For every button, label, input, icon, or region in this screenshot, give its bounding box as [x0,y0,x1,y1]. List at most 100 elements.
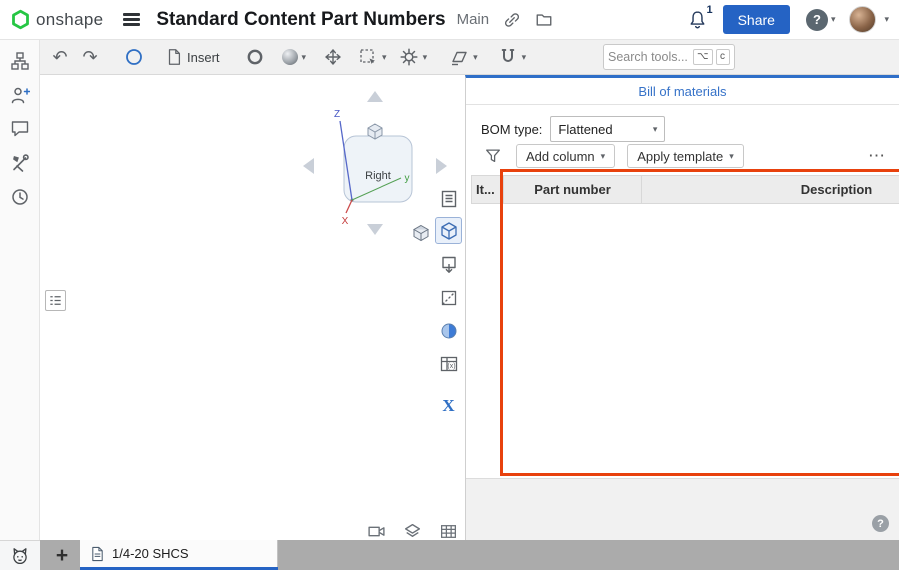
user-menu-chevron-icon[interactable]: ▾ [884,15,889,24]
section-view-icon [439,288,459,308]
selection-box-icon [358,47,378,67]
svg-text:(x): (x) [447,363,455,370]
bom-panel-title: Bill of materials [638,84,726,99]
sphere-icon [282,49,298,65]
magnet-icon [498,47,518,67]
notification-count-badge: 1 [706,4,712,16]
view-orientation-gizmo[interactable]: Right Z X y [300,88,450,238]
camera-icon [367,522,386,541]
add-user-icon [10,85,30,105]
camera-view-button[interactable] [366,521,386,541]
panel-export-button[interactable] [435,251,462,278]
sphere-tool-button[interactable]: ▾ [279,43,310,71]
feature-list-toggle[interactable] [45,290,66,311]
item-column-header[interactable]: It... [472,176,504,204]
isometric-cube-icon [412,224,430,242]
workspace-name[interactable]: Main [457,11,490,28]
document-structure-button[interactable] [5,46,35,76]
panel-section-button[interactable] [435,284,462,311]
viewport-bottom-tools [366,521,458,541]
share-button[interactable]: Share [723,5,790,34]
bom-table: It... Part number Description [471,175,899,204]
apply-template-button[interactable]: Apply template ▾ [627,144,744,168]
assistant-button[interactable] [5,541,35,570]
document-menu-icon[interactable] [119,7,144,33]
panel-list-button[interactable] [435,185,462,212]
history-button[interactable] [5,182,35,212]
rotate-tool-button[interactable] [120,43,148,71]
rotate-left-arrow[interactable] [303,158,314,174]
document-title: Standard Content Part Numbers [156,9,445,31]
tool-search-box[interactable]: ⌥ c [603,44,735,70]
bom-panel-footer: ? [466,478,899,543]
bom-panel-header[interactable]: Bill of materials [466,78,899,105]
app-header: onshape Standard Content Part Numbers Ma… [0,0,899,40]
dropdown-caret-icon: ▾ [729,152,734,161]
bom-more-button[interactable]: ⋯ [868,146,886,166]
transform-tool-button[interactable] [319,43,347,71]
dropdown-caret-icon: ▾ [382,53,387,62]
graphics-area[interactable]: Right Z X y [40,75,465,540]
view-cube-face[interactable] [344,136,412,202]
user-avatar[interactable] [849,6,876,33]
onshape-logo[interactable]: onshape [10,9,103,30]
onshape-window: onshape Standard Content Part Numbers Ma… [0,0,899,570]
x-axis-label: X [342,216,349,227]
tab-part-studio[interactable]: 1/4-20 SHCS [80,540,278,570]
panel-variables-button[interactable]: (x) [435,350,462,377]
description-column-header[interactable]: Description [642,176,899,204]
insert-button[interactable]: Insert [162,43,223,71]
isometric-view-button[interactable] [412,224,430,242]
mate-tool-button[interactable]: ▾ [495,43,530,71]
view-cube-mini-icon[interactable] [368,124,382,139]
apply-template-label: Apply template [637,149,723,164]
tab-label: 1/4-20 SHCS [112,546,189,561]
selection-tool-button[interactable]: ▾ [355,43,390,71]
bom-type-select[interactable]: Flattened ▾ [550,116,665,142]
ring-tool-button[interactable] [241,43,269,71]
main-toolbar: ↶ ↷ Insert ▾ ▾ [40,40,899,75]
y-axis-label: y [405,173,410,184]
redo-button[interactable]: ↷ [76,43,104,71]
bom-type-row: BOM type: Flattened ▾ [481,116,665,142]
folder-icon[interactable] [535,11,553,29]
dropdown-caret-icon: ▾ [601,152,606,161]
plane-tool-button[interactable]: ▾ [446,43,481,71]
copy-link-icon[interactable] [503,11,521,29]
rotate-right-arrow[interactable] [436,158,447,174]
comments-button[interactable] [5,114,35,144]
tools-button[interactable] [5,148,35,178]
gear-tool-button[interactable]: ▾ [396,43,431,71]
help-chevron-icon: ▾ [831,15,836,24]
gear-icon [399,47,419,67]
bom-actions-row: Add column ▾ Apply template ▾ ⋯ [482,144,886,168]
grid-settings-button[interactable] [438,521,458,541]
onshape-logo-icon [10,9,31,30]
dropdown-caret-icon: ▾ [522,53,527,62]
share-users-button[interactable] [5,80,35,110]
bell-icon [688,10,707,29]
spreadsheet-x-icon: X [442,396,454,416]
bom-help-button[interactable]: ? [872,515,889,532]
tool-search-input[interactable] [608,50,690,64]
tab-document-icon [90,546,105,562]
help-menu-button[interactable]: ? ▾ [806,9,836,31]
comment-icon [10,119,30,139]
add-column-button[interactable]: Add column ▾ [516,144,615,168]
undo-button[interactable]: ↶ [46,43,74,71]
logo-text: onshape [36,10,103,30]
tools-icon [10,153,30,173]
add-tab-button[interactable]: + [48,541,76,569]
panel-cube-button[interactable] [435,217,462,244]
bom-filter-button[interactable] [482,145,504,167]
notifications-button[interactable]: 1 [688,10,707,29]
view-mode-button[interactable] [402,521,422,541]
shortcut-key-c: c [716,49,730,65]
rotate-down-arrow[interactable] [367,224,383,235]
panel-spreadsheet-button[interactable]: X [435,392,462,419]
part-number-column-header[interactable]: Part number [504,176,642,204]
undo-icon: ↶ [52,48,67,66]
clock-icon [10,187,30,207]
rotate-up-arrow[interactable] [367,91,383,102]
panel-appearance-button[interactable] [435,317,462,344]
